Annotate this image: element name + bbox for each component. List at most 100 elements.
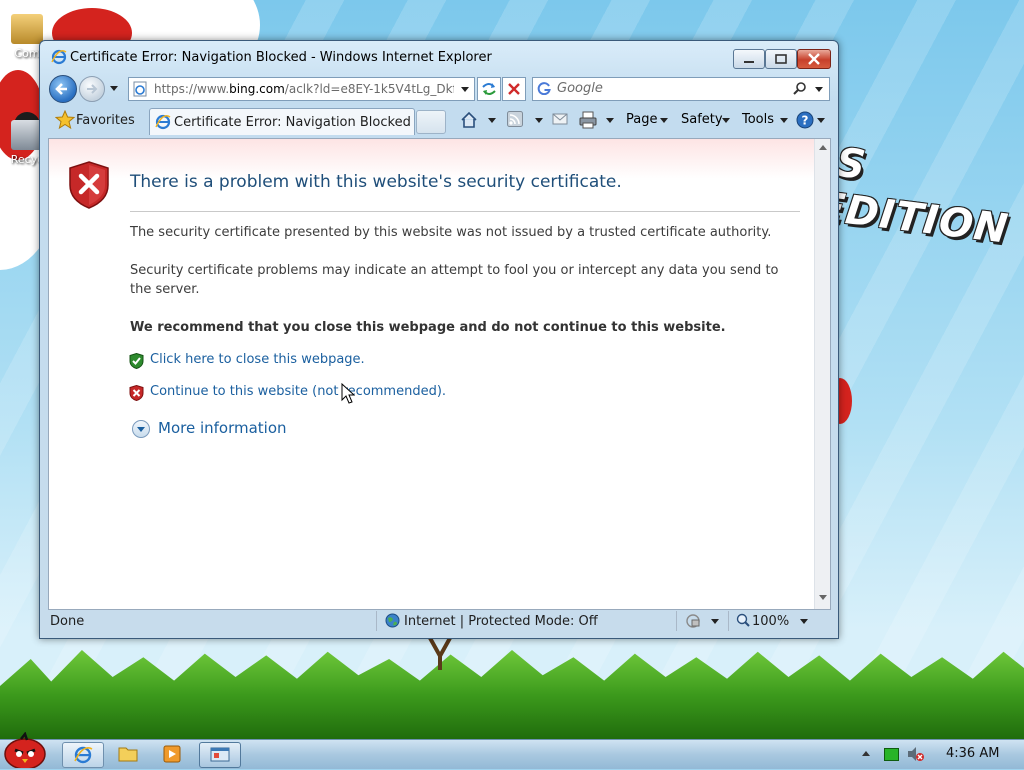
wallpaper-slingshot: [428, 637, 452, 670]
close-webpage-link-label[interactable]: Click here to close this webpage.: [150, 352, 365, 367]
scroll-up-icon[interactable]: [819, 145, 827, 150]
shield-error-icon: [69, 161, 109, 209]
page-menu-label: Page: [626, 112, 658, 127]
printer-icon: [579, 111, 597, 129]
status-separator: [728, 611, 729, 631]
refresh-icon: [482, 83, 496, 95]
window-title: Certificate Error: Navigation Blocked - …: [70, 50, 492, 65]
window-icon: [210, 747, 230, 762]
search-icon[interactable]: [793, 81, 807, 95]
back-button[interactable]: [49, 75, 77, 103]
start-button[interactable]: [3, 732, 47, 768]
address-url-path: /aclk?ld=e8EY-1k5V4tLg_DkfW: [284, 82, 454, 96]
taskbar-active-window[interactable]: [199, 742, 241, 768]
taskbar-media-player[interactable]: [152, 742, 192, 766]
page-content: There is a problem with this website's s…: [48, 138, 831, 610]
error-warning: Security certificate problems may indica…: [130, 263, 779, 297]
mail-icon: [552, 113, 568, 125]
page-menu[interactable]: Page: [626, 108, 676, 132]
protected-mode-icon[interactable]: [685, 613, 701, 629]
google-logo-icon: [537, 82, 551, 95]
forward-button[interactable]: [79, 76, 105, 102]
globe-icon: [385, 613, 400, 628]
chevron-down-icon: [780, 118, 788, 123]
close-window-button[interactable]: [797, 49, 831, 69]
favorites-label: Favorites: [76, 113, 135, 128]
feeds-button[interactable]: [507, 108, 547, 132]
error-heading: There is a problem with this website's s…: [130, 172, 622, 192]
tab-label: Certificate Error: Navigation Blocked: [174, 115, 411, 130]
rss-feed-icon: [507, 111, 523, 127]
status-text: Done: [50, 614, 85, 629]
tools-menu[interactable]: Tools: [742, 108, 792, 132]
chevron-down-icon[interactable]: [800, 619, 808, 624]
print-button[interactable]: [579, 108, 619, 132]
recent-pages-dropdown[interactable]: [108, 81, 120, 95]
search-providers-dropdown[interactable]: [814, 82, 824, 96]
search-box[interactable]: Google: [532, 77, 830, 101]
chevron-down-icon: [817, 118, 825, 123]
taskbar-internet-explorer[interactable]: [62, 742, 104, 768]
chevron-down-icon[interactable]: [711, 619, 719, 624]
more-information-label: More information: [158, 419, 287, 437]
vertical-scrollbar[interactable]: [814, 139, 830, 609]
search-input[interactable]: Google: [557, 81, 603, 96]
stop-x-icon: [508, 83, 520, 95]
address-url-prefix: https://www.: [154, 82, 230, 96]
chevron-down-icon: [110, 86, 118, 91]
chevron-down-icon: [722, 118, 730, 123]
network-icon[interactable]: [884, 748, 899, 761]
chevron-down-icon: [815, 87, 823, 92]
title-bar[interactable]: Certificate Error: Navigation Blocked - …: [40, 41, 838, 75]
ie-window: Certificate Error: Navigation Blocked - …: [39, 40, 839, 639]
zoom-level[interactable]: 100%: [752, 614, 789, 629]
close-icon: [808, 53, 820, 65]
chevron-down-icon: [660, 118, 668, 123]
ie-logo-icon: [155, 114, 171, 130]
minimize-icon: [744, 61, 754, 63]
shield-error-icon: [129, 385, 144, 401]
address-dropdown[interactable]: [459, 82, 471, 96]
chevron-down-icon: [606, 118, 614, 123]
stop-button[interactable]: [502, 77, 526, 101]
new-tab-button[interactable]: [416, 110, 446, 134]
scroll-down-icon[interactable]: [819, 595, 827, 600]
star-icon: [55, 110, 75, 130]
shield-check-icon: [129, 353, 144, 369]
safety-menu[interactable]: Safety: [681, 108, 737, 132]
safety-menu-label: Safety: [681, 112, 723, 127]
folder-icon: [118, 747, 138, 762]
expand-chevron-icon: [132, 420, 150, 438]
help-menu[interactable]: ?: [796, 108, 828, 132]
page-ie-icon: [133, 81, 147, 97]
svg-text:?: ?: [802, 114, 809, 128]
security-zone[interactable]: Internet | Protected Mode: Off: [404, 614, 598, 629]
continue-website-link-label[interactable]: Continue to this website (not recommende…: [150, 384, 446, 399]
taskbar-windows-explorer[interactable]: [108, 742, 148, 766]
tools-menu-label: Tools: [742, 112, 775, 127]
address-bar[interactable]: https://www.bing.com/aclk?ld=e8EY-1k5V4t…: [128, 77, 475, 101]
maximize-button[interactable]: [765, 49, 797, 69]
system-clock[interactable]: 4:36 AM: [946, 746, 999, 761]
address-url[interactable]: https://www.bing.com/aclk?ld=e8EY-1k5V4t…: [154, 82, 454, 96]
recommendation-text: We recommend that you close this webpage…: [130, 320, 726, 335]
favorites-button[interactable]: Favorites: [49, 108, 143, 132]
wallpaper-grass: [0, 650, 1024, 740]
refresh-button[interactable]: [477, 77, 501, 101]
media-player-icon: [163, 745, 181, 763]
ie-logo-icon: [74, 746, 93, 764]
taskbar: 4:36 AM: [0, 732, 1024, 769]
status-separator: [376, 611, 377, 631]
chevron-down-icon: [461, 87, 469, 92]
tab-certificate-error[interactable]: Certificate Error: Navigation Blocked: [149, 108, 415, 135]
home-button[interactable]: [460, 108, 500, 132]
maximize-icon: [775, 54, 787, 64]
minimize-button[interactable]: [733, 49, 765, 69]
show-hidden-icons-button[interactable]: [862, 751, 870, 756]
volume-muted-icon[interactable]: [907, 746, 925, 762]
forward-arrow-icon: [87, 84, 98, 94]
back-arrow-icon: [55, 83, 67, 95]
error-description: The security certificate presented by th…: [130, 225, 772, 240]
read-mail-button[interactable]: [552, 108, 574, 132]
help-icon: ?: [796, 111, 814, 129]
